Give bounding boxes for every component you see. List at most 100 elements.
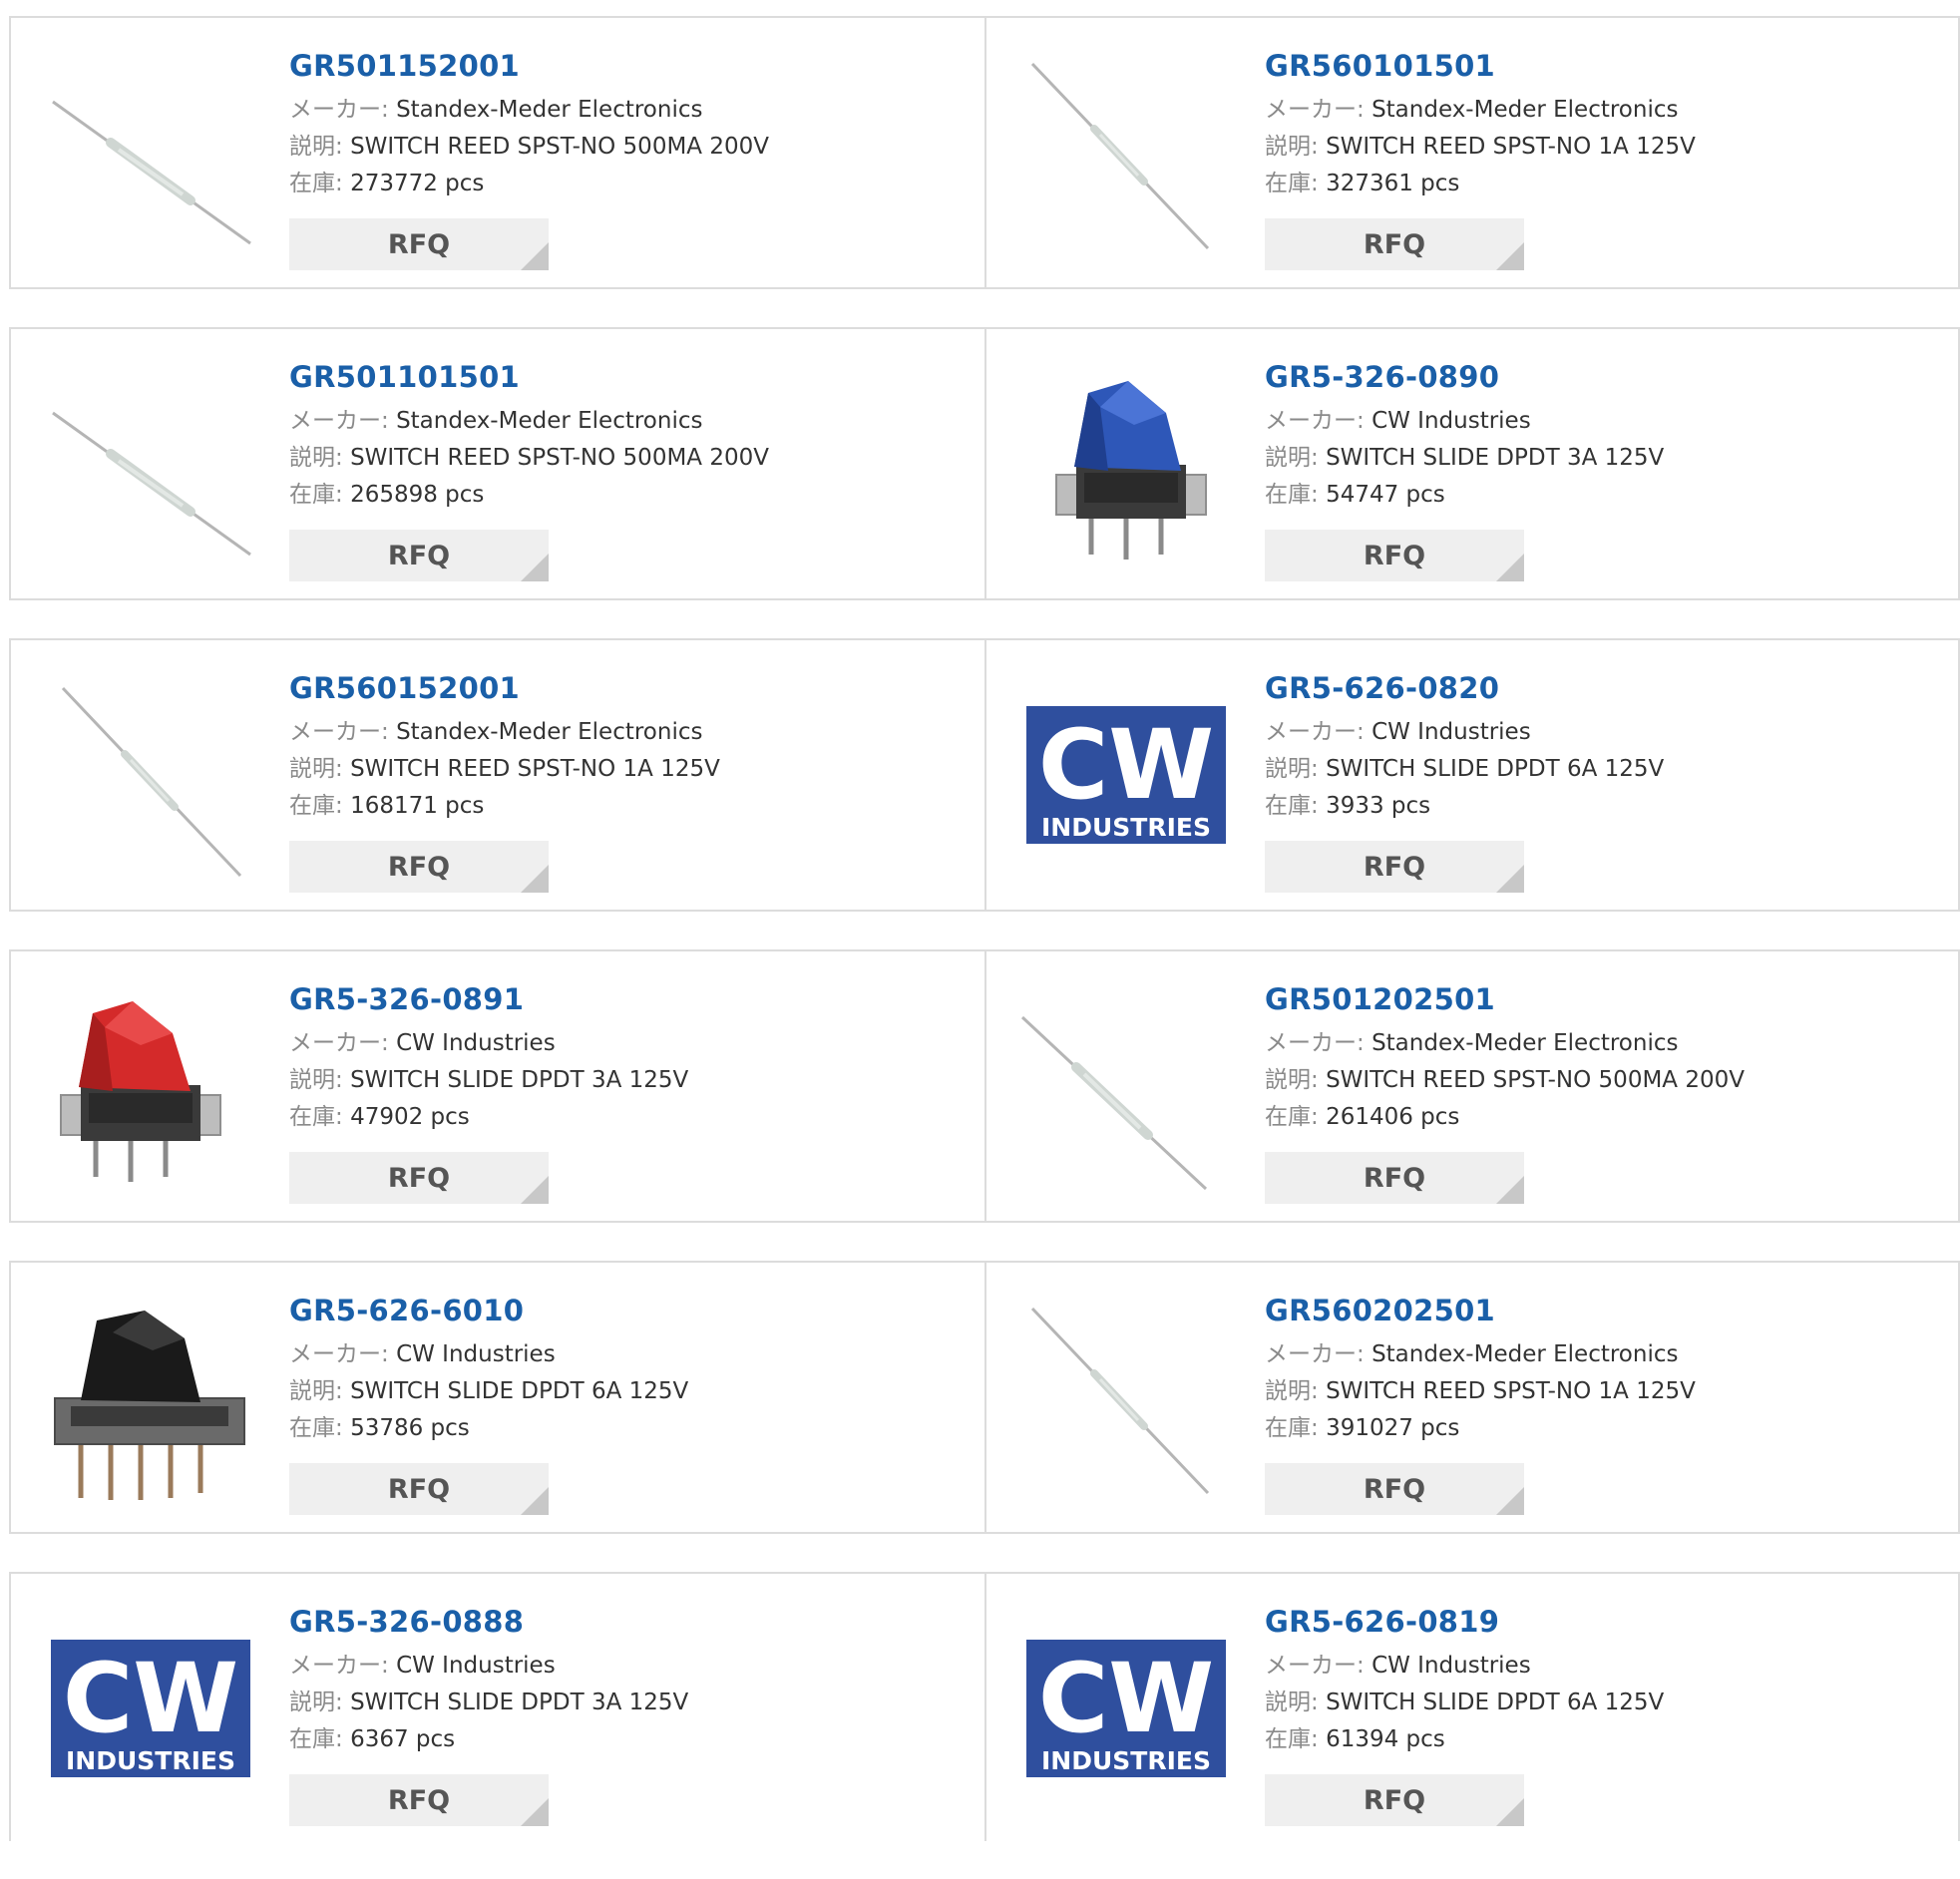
rfq-button[interactable]: RFQ (289, 841, 549, 893)
stock-label: 在庫: (289, 171, 343, 196)
maker-label: メーカー: (1265, 408, 1365, 434)
product-thumbnail[interactable] (1016, 44, 1236, 263)
part-number-link[interactable]: GR501202501 (1265, 981, 1745, 1017)
maker-line: メーカー: CW Industries (1265, 1648, 1664, 1685)
part-number-link[interactable]: GR5-326-0888 (289, 1604, 688, 1640)
part-number-link[interactable]: GR5-626-0820 (1265, 670, 1664, 706)
stock-line: 在庫: 273772 pcs (289, 166, 769, 202)
product-card: GR501152001 メーカー: Standex-Meder Electron… (11, 18, 984, 287)
maker-line: メーカー: CW Industries (289, 1336, 688, 1373)
description-label: 説明: (1265, 756, 1319, 782)
rfq-corner-icon (1496, 242, 1524, 270)
logo-subtitle: INDUSTRIES (1041, 1746, 1211, 1775)
product-grid: GR501152001 メーカー: Standex-Meder Electron… (9, 16, 1960, 1879)
product-info: GR560101501 メーカー: Standex-Meder Electron… (1265, 48, 1696, 270)
rfq-label: RFQ (1363, 1784, 1426, 1816)
product-thumbnail[interactable] (1016, 355, 1236, 574)
reed-switch-icon (52, 411, 251, 557)
stock-label: 在庫: (1265, 793, 1319, 819)
part-number-link[interactable]: GR5-626-0819 (1265, 1604, 1664, 1640)
stock-line: 在庫: 265898 pcs (289, 477, 769, 514)
stock-line: 在庫: 61394 pcs (1265, 1721, 1664, 1758)
description-value: SWITCH SLIDE DPDT 6A 125V (350, 1378, 689, 1404)
part-number-link[interactable]: GR501152001 (289, 48, 769, 84)
product-thumbnail[interactable] (41, 44, 260, 263)
stock-line: 在庫: 54747 pcs (1265, 477, 1664, 514)
product-thumbnail[interactable]: CW INDUSTRIES (1016, 666, 1236, 886)
rfq-corner-icon (1496, 865, 1524, 893)
rfq-button[interactable]: RFQ (1265, 1774, 1524, 1826)
stock-line: 在庫: 391027 pcs (1265, 1410, 1696, 1447)
rfq-label: RFQ (387, 540, 451, 571)
description-line: 説明: SWITCH SLIDE DPDT 6A 125V (289, 1373, 688, 1410)
maker-value: Standex-Meder Electronics (396, 97, 703, 123)
rfq-label: RFQ (387, 851, 451, 883)
rfq-label: RFQ (387, 1162, 451, 1194)
description-label: 説明: (1265, 1067, 1319, 1093)
maker-line: メーカー: CW Industries (1265, 714, 1664, 751)
stock-line: 在庫: 327361 pcs (1265, 166, 1696, 202)
maker-line: メーカー: Standex-Meder Electronics (289, 92, 769, 129)
rfq-label: RFQ (387, 228, 451, 260)
rfq-button[interactable]: RFQ (1265, 530, 1524, 581)
product-row: GR501101501 メーカー: Standex-Meder Electron… (9, 327, 1960, 600)
logo-subtitle: INDUSTRIES (1041, 813, 1211, 842)
product-thumbnail[interactable]: CW INDUSTRIES (1016, 1600, 1236, 1819)
stock-label: 在庫: (1265, 171, 1319, 196)
rfq-label: RFQ (1363, 851, 1426, 883)
product-thumbnail[interactable] (41, 977, 260, 1197)
stock-label: 在庫: (289, 1104, 343, 1130)
rfq-button[interactable]: RFQ (1265, 1463, 1524, 1515)
product-thumbnail[interactable] (1016, 977, 1236, 1197)
rfq-label: RFQ (387, 1473, 451, 1505)
rfq-corner-icon (1496, 1487, 1524, 1515)
maker-line: メーカー: Standex-Meder Electronics (1265, 1025, 1745, 1062)
product-info: GR5-626-0820 メーカー: CW Industries 説明: SWI… (1265, 670, 1664, 893)
stock-label: 在庫: (289, 1415, 343, 1441)
product-thumbnail[interactable]: CW INDUSTRIES (41, 1600, 260, 1819)
stock-value: 168171 pcs (350, 793, 485, 819)
description-line: 説明: SWITCH REED SPST-NO 1A 125V (1265, 1373, 1696, 1410)
stock-label: 在庫: (1265, 1726, 1319, 1752)
rfq-button[interactable]: RFQ (289, 1774, 549, 1826)
rfq-button[interactable]: RFQ (289, 530, 549, 581)
rfq-corner-icon (521, 1798, 549, 1826)
maker-value: Standex-Meder Electronics (1372, 97, 1679, 123)
rfq-label: RFQ (1363, 1162, 1426, 1194)
rfq-button[interactable]: RFQ (289, 218, 549, 270)
description-value: SWITCH REED SPST-NO 500MA 200V (350, 445, 769, 471)
part-number-link[interactable]: GR560101501 (1265, 48, 1696, 84)
part-number-link[interactable]: GR5-326-0891 (289, 981, 688, 1017)
description-line: 説明: SWITCH SLIDE DPDT 6A 125V (1265, 1685, 1664, 1721)
rfq-button[interactable]: RFQ (1265, 841, 1524, 893)
rfq-button[interactable]: RFQ (289, 1463, 549, 1515)
part-number-link[interactable]: GR560152001 (289, 670, 720, 706)
description-line: 説明: SWITCH SLIDE DPDT 3A 125V (289, 1062, 688, 1099)
part-number-link[interactable]: GR5-626-6010 (289, 1293, 688, 1328)
description-label: 説明: (289, 1067, 343, 1093)
description-line: 説明: SWITCH REED SPST-NO 1A 125V (1265, 129, 1696, 166)
maker-value: CW Industries (1372, 719, 1531, 745)
product-thumbnail[interactable] (41, 666, 260, 886)
product-thumbnail[interactable] (41, 1289, 260, 1508)
part-number-link[interactable]: GR501101501 (289, 359, 769, 395)
description-value: SWITCH REED SPST-NO 1A 125V (1326, 134, 1696, 160)
rfq-corner-icon (1496, 1176, 1524, 1204)
maker-label: メーカー: (1265, 1030, 1365, 1056)
product-thumbnail[interactable] (41, 355, 260, 574)
rfq-button[interactable]: RFQ (1265, 1152, 1524, 1204)
description-label: 説明: (289, 1378, 343, 1404)
maker-value: Standex-Meder Electronics (396, 408, 703, 434)
description-label: 説明: (1265, 1378, 1319, 1404)
maker-line: メーカー: Standex-Meder Electronics (289, 714, 720, 751)
rfq-button[interactable]: RFQ (289, 1152, 549, 1204)
product-thumbnail[interactable] (1016, 1289, 1236, 1508)
rfq-button[interactable]: RFQ (1265, 218, 1524, 270)
rfq-label: RFQ (1363, 540, 1426, 571)
description-line: 説明: SWITCH REED SPST-NO 500MA 200V (1265, 1062, 1745, 1099)
part-number-link[interactable]: GR5-326-0890 (1265, 359, 1664, 395)
stock-label: 在庫: (289, 1726, 343, 1752)
rfq-label: RFQ (1363, 228, 1426, 260)
product-card: GR5-326-0891 メーカー: CW Industries 説明: SWI… (11, 951, 984, 1221)
part-number-link[interactable]: GR560202501 (1265, 1293, 1696, 1328)
